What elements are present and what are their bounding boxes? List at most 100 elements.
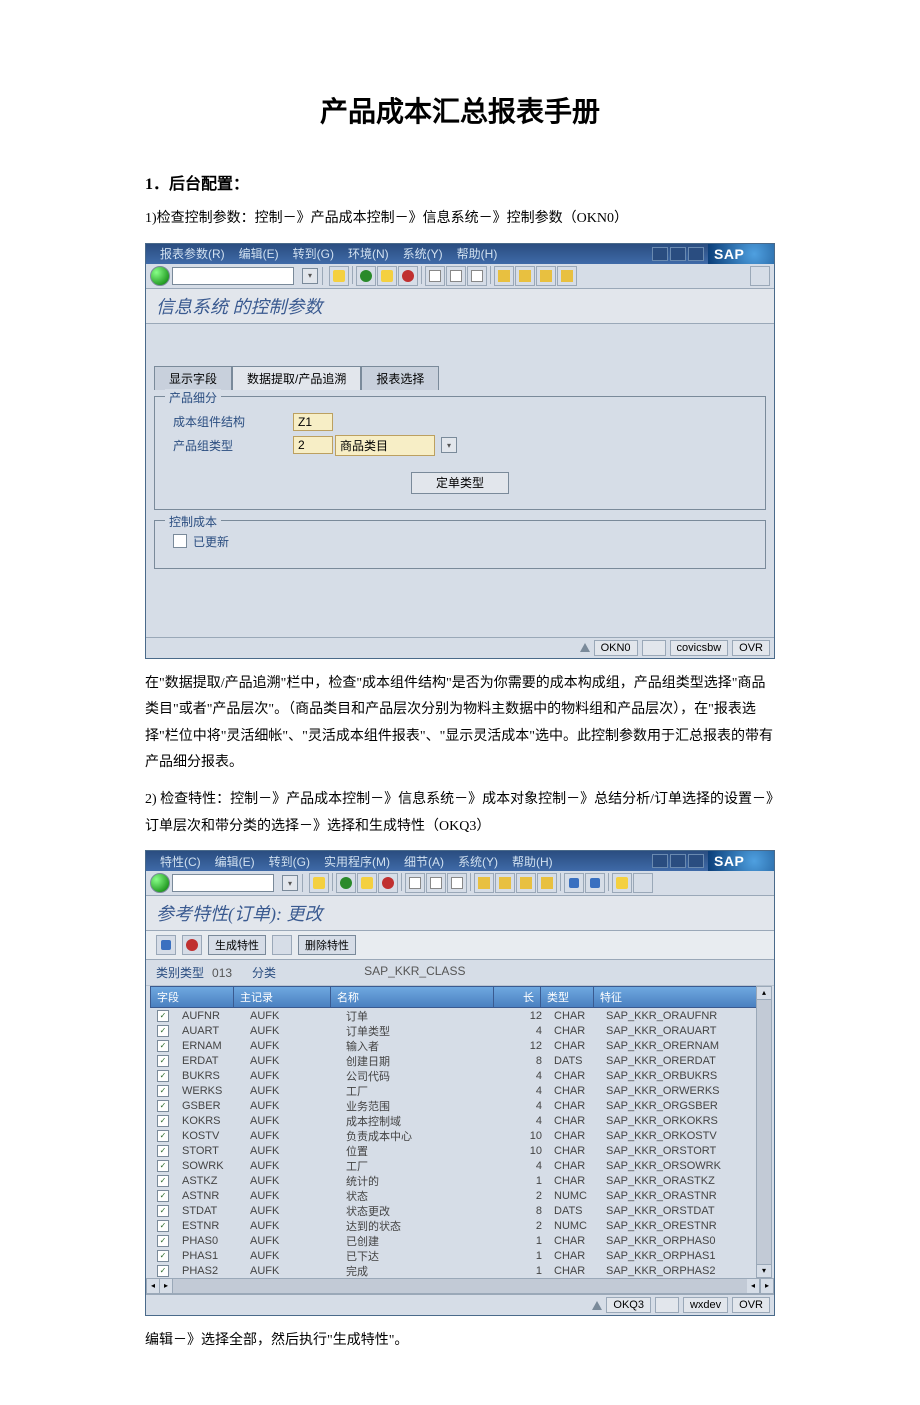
table-row[interactable]: ✓AUARTAUFK订单类型4CHARSAP_KKR_ORAUART bbox=[150, 1023, 770, 1038]
minimize-icon[interactable] bbox=[652, 854, 668, 868]
table-row[interactable]: ✓WERKSAUFK工厂4CHARSAP_KKR_ORWERKS bbox=[150, 1083, 770, 1098]
row-checkbox[interactable]: ✓ bbox=[157, 1145, 169, 1157]
menu-report-params[interactable]: 报表参数(R) bbox=[154, 244, 231, 263]
row-checkbox[interactable]: ✓ bbox=[157, 1190, 169, 1202]
menu-details[interactable]: 细节(A) bbox=[398, 852, 450, 871]
last-page-icon[interactable] bbox=[537, 873, 557, 893]
table-row[interactable]: ✓BUKRSAUFK公司代码4CHARSAP_KKR_ORBUKRS bbox=[150, 1068, 770, 1083]
table-row[interactable]: ✓ESTNRAUFK达到的状态2NUMCSAP_KKR_ORESTNR bbox=[150, 1218, 770, 1233]
row-checkbox[interactable]: ✓ bbox=[157, 1235, 169, 1247]
command-dropdown-icon[interactable]: ▾ bbox=[302, 268, 318, 284]
menu-system[interactable]: 系统(Y) bbox=[452, 852, 504, 871]
row-checkbox[interactable]: ✓ bbox=[157, 1265, 169, 1277]
save-icon[interactable] bbox=[329, 266, 349, 286]
trash-icon[interactable] bbox=[272, 935, 292, 955]
new-session-icon[interactable] bbox=[564, 873, 584, 893]
scroll-left-icon[interactable]: ◂ bbox=[147, 1279, 160, 1293]
table-row[interactable]: ✓GSBERAUFK业务范围4CHARSAP_KKR_ORGSBER bbox=[150, 1098, 770, 1113]
layout-icon[interactable] bbox=[750, 266, 770, 286]
tab-report-select[interactable]: 报表选择 bbox=[361, 366, 439, 390]
vertical-scrollbar[interactable]: ▴ ▾ bbox=[756, 986, 772, 1278]
order-type-button[interactable]: 定单类型 bbox=[411, 472, 509, 494]
layout-icon[interactable] bbox=[633, 873, 653, 893]
last-page-icon[interactable] bbox=[557, 266, 577, 286]
col-len[interactable]: 长 bbox=[494, 987, 541, 1007]
row-checkbox[interactable]: ✓ bbox=[157, 1130, 169, 1142]
table-row[interactable]: ✓STORTAUFK位置10CHARSAP_KKR_ORSTORT bbox=[150, 1143, 770, 1158]
find-next-icon[interactable] bbox=[467, 266, 487, 286]
menu-characteristic[interactable]: 特性(C) bbox=[154, 852, 207, 871]
scroll-right-icon[interactable]: ▸ bbox=[760, 1279, 773, 1293]
row-checkbox[interactable]: ✓ bbox=[157, 1160, 169, 1172]
find-next-icon[interactable] bbox=[447, 873, 467, 893]
command-dropdown-icon[interactable]: ▾ bbox=[282, 875, 298, 891]
first-page-icon[interactable] bbox=[474, 873, 494, 893]
checkbox-updated[interactable] bbox=[173, 534, 187, 548]
message-icon[interactable] bbox=[592, 1301, 602, 1310]
exit-icon[interactable] bbox=[357, 873, 377, 893]
row-checkbox[interactable]: ✓ bbox=[157, 1205, 169, 1217]
input-cost-struct[interactable]: Z1 bbox=[293, 413, 333, 431]
command-field[interactable] bbox=[172, 267, 294, 285]
next-page-icon[interactable] bbox=[516, 873, 536, 893]
row-checkbox[interactable]: ✓ bbox=[157, 1175, 169, 1187]
info-icon[interactable] bbox=[156, 935, 176, 955]
col-name[interactable]: 名称 bbox=[331, 987, 494, 1007]
table-row[interactable]: ✓PHAS0AUFK已创建1CHARSAP_KKR_ORPHAS0 bbox=[150, 1233, 770, 1248]
row-checkbox[interactable]: ✓ bbox=[157, 1100, 169, 1112]
scroll-down-icon[interactable]: ▾ bbox=[757, 1264, 771, 1277]
close-icon[interactable] bbox=[688, 247, 704, 261]
row-checkbox[interactable]: ✓ bbox=[157, 1070, 169, 1082]
cancel-icon[interactable] bbox=[378, 873, 398, 893]
shortcut-icon[interactable] bbox=[585, 873, 605, 893]
cancel-icon[interactable] bbox=[398, 266, 418, 286]
menu-help[interactable]: 帮助(H) bbox=[506, 852, 559, 871]
col-char[interactable]: 特征 bbox=[594, 987, 769, 1007]
generate-char-button[interactable]: 生成特性 bbox=[208, 935, 266, 955]
col-field[interactable]: 字段 bbox=[151, 987, 234, 1007]
prev-page-icon[interactable] bbox=[495, 873, 515, 893]
menu-env[interactable]: 环境(N) bbox=[342, 244, 395, 263]
tab-display-fields[interactable]: 显示字段 bbox=[154, 366, 232, 390]
save-icon[interactable] bbox=[309, 873, 329, 893]
table-row[interactable]: ✓KOKRSAUFK成本控制域4CHARSAP_KKR_ORKOKRS bbox=[150, 1113, 770, 1128]
next-page-icon[interactable] bbox=[536, 266, 556, 286]
table-row[interactable]: ✓SOWRKAUFK工厂4CHARSAP_KKR_ORSOWRK bbox=[150, 1158, 770, 1173]
scroll-left-icon[interactable]: ◂ bbox=[747, 1279, 760, 1293]
col-record[interactable]: 主记录 bbox=[234, 987, 331, 1007]
row-checkbox[interactable]: ✓ bbox=[157, 1250, 169, 1262]
first-page-icon[interactable] bbox=[494, 266, 514, 286]
print-icon[interactable] bbox=[405, 873, 425, 893]
minimize-icon[interactable] bbox=[652, 247, 668, 261]
scroll-up-icon[interactable]: ▴ bbox=[757, 987, 771, 1000]
row-checkbox[interactable]: ✓ bbox=[157, 1115, 169, 1127]
table-row[interactable]: ✓STDATAUFK状态更改8DATSSAP_KKR_ORSTDAT bbox=[150, 1203, 770, 1218]
print-icon[interactable] bbox=[425, 266, 445, 286]
row-checkbox[interactable]: ✓ bbox=[157, 1220, 169, 1232]
help-icon[interactable] bbox=[612, 873, 632, 893]
menu-goto[interactable]: 转到(G) bbox=[287, 244, 340, 263]
menu-utilities[interactable]: 实用程序(M) bbox=[318, 852, 396, 871]
horizontal-scrollbar[interactable]: ◂ ▸ ◂ ▸ bbox=[146, 1278, 774, 1294]
menu-goto[interactable]: 转到(G) bbox=[263, 852, 316, 871]
command-field[interactable] bbox=[172, 874, 274, 892]
table-row[interactable]: ✓PHAS2AUFK完成1CHARSAP_KKR_ORPHAS2 bbox=[150, 1263, 770, 1278]
menu-help[interactable]: 帮助(H) bbox=[451, 244, 504, 263]
row-checkbox[interactable]: ✓ bbox=[157, 1010, 169, 1022]
maximize-icon[interactable] bbox=[670, 247, 686, 261]
find-icon[interactable] bbox=[446, 266, 466, 286]
execute-icon[interactable] bbox=[182, 935, 202, 955]
menu-edit[interactable]: 编辑(E) bbox=[209, 852, 261, 871]
maximize-icon[interactable] bbox=[670, 854, 686, 868]
input-product-type-text[interactable]: 商品类目 bbox=[335, 435, 435, 456]
row-checkbox[interactable]: ✓ bbox=[157, 1055, 169, 1067]
input-product-type[interactable]: 2 bbox=[293, 436, 333, 454]
message-icon[interactable] bbox=[580, 643, 590, 652]
col-type[interactable]: 类型 bbox=[541, 987, 594, 1007]
exit-icon[interactable] bbox=[377, 266, 397, 286]
table-row[interactable]: ✓ASTNRAUFK状态2NUMCSAP_KKR_ORASTNR bbox=[150, 1188, 770, 1203]
dropdown-icon[interactable]: ▾ bbox=[441, 437, 457, 453]
enter-icon[interactable] bbox=[150, 266, 170, 286]
find-icon[interactable] bbox=[426, 873, 446, 893]
table-row[interactable]: ✓AUFNRAUFK订单12CHARSAP_KKR_ORAUFNR bbox=[150, 1008, 770, 1023]
